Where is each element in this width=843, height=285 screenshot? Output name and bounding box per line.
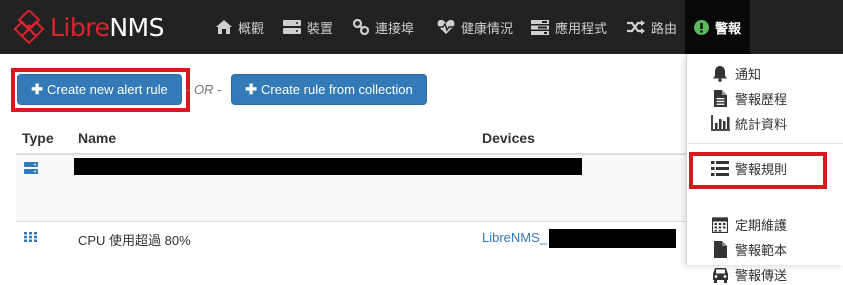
bell-icon xyxy=(713,65,727,82)
column-header-name: Name xyxy=(78,130,117,146)
menu-item-notifications[interactable]: 通知 xyxy=(687,62,843,84)
alert-rules-highlight xyxy=(689,152,827,189)
menu-item-alert-templates[interactable]: 警報範本 xyxy=(687,238,843,260)
nav-devices[interactable]: 裝置 xyxy=(283,0,333,54)
tasks-icon xyxy=(531,19,549,35)
brand-name: LibreNMS xyxy=(50,15,164,40)
nav-ports-label: 連接埠 xyxy=(375,21,415,37)
menu-item-statistics[interactable]: 統計資料 xyxy=(687,112,843,134)
or-separator: - OR - xyxy=(186,82,222,97)
librenms-logo-icon xyxy=(13,10,45,44)
column-header-type: Type xyxy=(22,130,54,146)
menu-item-alert-history[interactable]: 警報歷程 xyxy=(687,87,843,109)
menu-item-label: 通知 xyxy=(735,67,762,83)
server-icon xyxy=(283,20,301,34)
file-text-icon xyxy=(713,89,727,107)
calendar-icon xyxy=(712,216,728,233)
bar-chart-icon xyxy=(710,115,730,131)
car-icon xyxy=(712,267,728,283)
nav-alerts[interactable]: 警報 xyxy=(685,0,751,54)
nav-ports[interactable]: 連接埠 xyxy=(353,0,414,54)
nav-routing-label: 路由 xyxy=(651,21,678,37)
nav-health-label: 健康情況 xyxy=(461,21,514,37)
rule-name-cell: CPU 使用超過 80% xyxy=(78,233,191,248)
menu-item-label: 定期維護 xyxy=(735,218,788,234)
menu-item-scheduled-maintenance[interactable]: 定期維護 xyxy=(687,213,843,235)
nav-devices-label: 裝置 xyxy=(307,21,334,37)
grid-icon xyxy=(24,232,37,242)
create-rule-from-collection-label: Create rule from collection xyxy=(261,82,413,97)
nav-apps-label: 應用程式 xyxy=(555,21,608,37)
menu-item-label: 警報歷程 xyxy=(735,92,788,108)
nav-overview[interactable]: 概觀 xyxy=(216,0,264,54)
redacted-device-name xyxy=(549,229,676,248)
device-link[interactable]: LibreNMS_ xyxy=(482,230,547,245)
plus-icon: ✚ xyxy=(31,81,44,97)
brand-name-nms: NMS xyxy=(109,12,164,42)
nav-health[interactable]: 健康情況 xyxy=(437,0,513,54)
heartbeat-icon xyxy=(437,19,455,34)
redacted-rule-name xyxy=(74,158,582,175)
create-alert-rule-label: Create new alert rule xyxy=(47,82,168,97)
server-icon xyxy=(24,162,38,174)
nav-alerts-label: 警報 xyxy=(715,21,742,37)
create-rule-from-collection-button[interactable]: ✚ Create rule from collection xyxy=(231,74,427,105)
create-alert-rule-button[interactable]: ✚ Create new alert rule xyxy=(17,74,182,105)
home-icon xyxy=(216,20,232,34)
nav-apps[interactable]: 應用程式 xyxy=(531,0,607,54)
nav-overview-label: 概觀 xyxy=(238,21,265,37)
brand-logo[interactable]: LibreNMS xyxy=(12,7,164,47)
top-navbar: LibreNMS 概觀 裝置 連接埠 健康情況 應用程式 路由 警報 xyxy=(0,0,843,54)
menu-divider xyxy=(687,143,843,144)
menu-item-label: 警報範本 xyxy=(735,243,788,259)
menu-item-label: 統計資料 xyxy=(735,117,788,133)
nav-routing[interactable]: 路由 xyxy=(627,0,677,54)
file-blank-icon xyxy=(713,240,727,258)
random-icon xyxy=(627,20,645,34)
menu-item-alert-transports[interactable]: 警報傳送 xyxy=(687,263,843,285)
exclamation-circle-icon xyxy=(694,19,709,35)
brand-name-libre: Libre xyxy=(50,12,110,42)
column-header-devices: Devices xyxy=(482,130,535,146)
plus-icon: ✚ xyxy=(245,81,257,97)
menu-item-label: 警報傳送 xyxy=(735,268,788,284)
link-icon xyxy=(353,19,369,35)
